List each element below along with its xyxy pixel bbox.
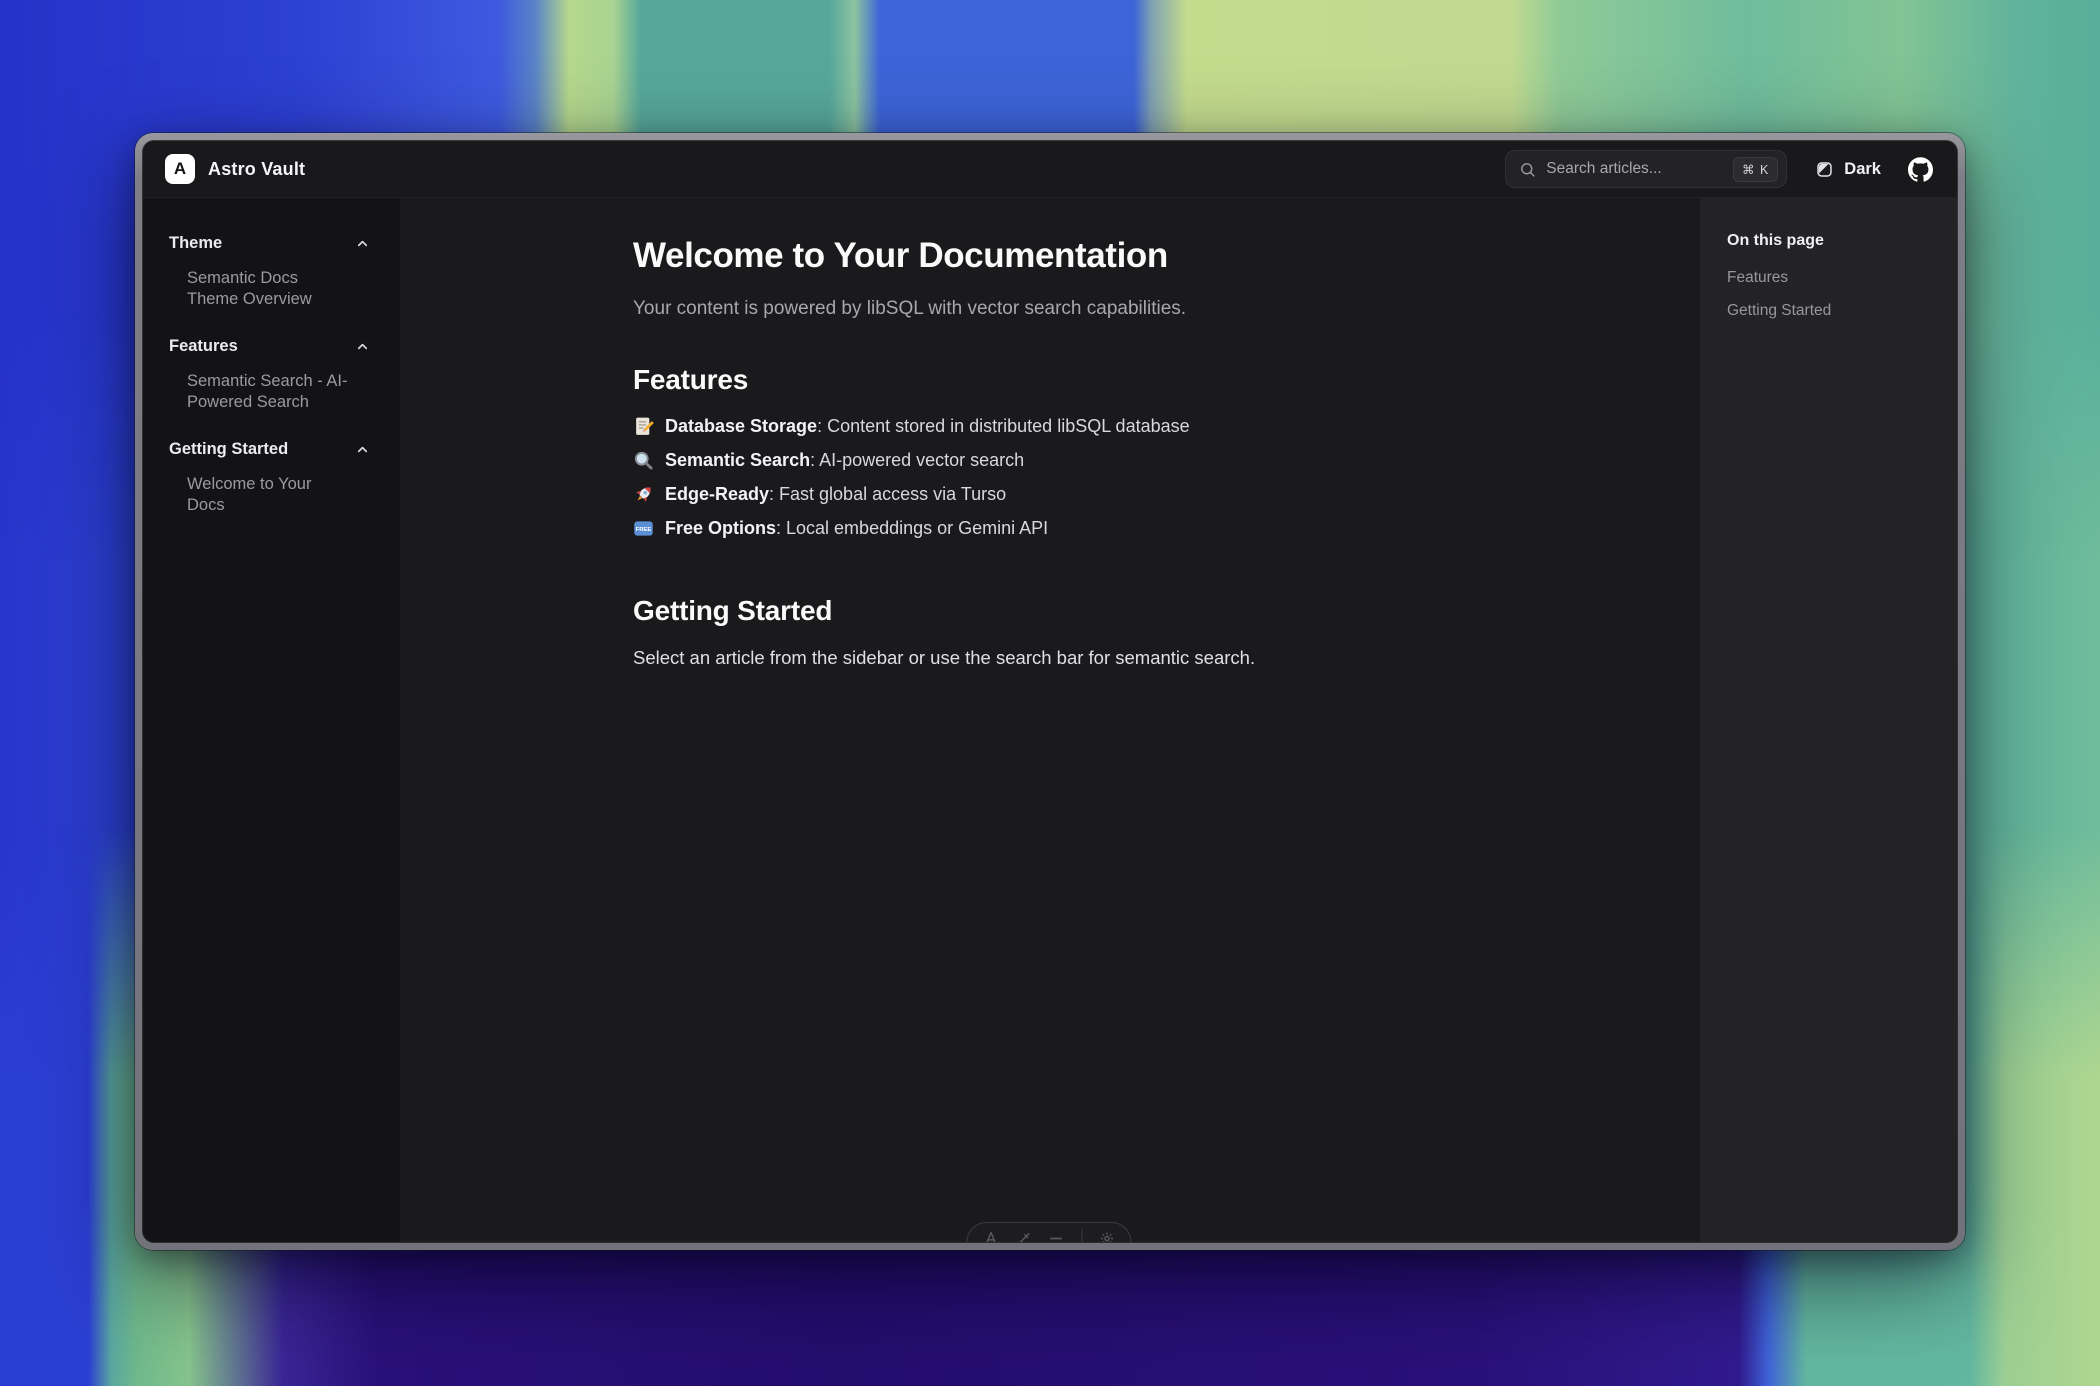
page-subtitle: Your content is powered by libSQL with v…: [633, 298, 1640, 320]
browser-window: A Astro Vault Search articles... ⌘ K Dar…: [135, 133, 1965, 1250]
feature-item-database-storage: Database Storage: Content stored in dist…: [633, 416, 1640, 437]
app-header: A Astro Vault Search articles... ⌘ K Dar…: [143, 141, 1957, 198]
svg-text:FREE: FREE: [636, 527, 652, 533]
sidebar-nav: Theme Semantic Docs Theme Overview Featu…: [143, 198, 400, 1242]
feature-label: Edge-Ready: [665, 484, 769, 504]
search-input[interactable]: Search articles... ⌘ K: [1505, 150, 1787, 188]
feature-text: : Fast global access via Turso: [769, 484, 1006, 504]
sidebar-section-getting-started[interactable]: Getting Started: [169, 440, 374, 459]
sidebar-section-label: Features: [169, 337, 238, 356]
astro-vault-logo: A: [165, 154, 195, 184]
audit-icon[interactable]: [1049, 1231, 1064, 1242]
search-icon: [1519, 161, 1536, 178]
sidebar-item-semantic-docs-theme-overview[interactable]: Semantic Docs Theme Overview: [187, 268, 352, 310]
astro-logo-icon[interactable]: [984, 1231, 999, 1242]
content-row: Theme Semantic Docs Theme Overview Featu…: [143, 198, 1957, 1242]
feature-label: Database Storage: [665, 416, 817, 436]
chevron-up-icon: [355, 236, 370, 251]
search-placeholder: Search articles...: [1546, 160, 1723, 178]
sidebar-section-theme[interactable]: Theme: [169, 234, 374, 253]
dev-toolbar-pill: [967, 1222, 1132, 1242]
dev-toolbar-divider: [1081, 1229, 1082, 1242]
on-this-page-panel: On this page Features Getting Started: [1700, 198, 1957, 1242]
page-title: Welcome to Your Documentation: [633, 236, 1640, 276]
feature-label: Free Options: [665, 518, 776, 538]
sidebar-section-label: Theme: [169, 234, 222, 253]
theme-swatch-icon: [1814, 159, 1835, 180]
feature-label: Semantic Search: [665, 450, 810, 470]
sidebar-item-welcome-to-your-docs[interactable]: Welcome to Your Docs: [187, 474, 352, 516]
header-actions: Search articles... ⌘ K Dark: [1505, 150, 1933, 188]
feature-text: : Content stored in distributed libSQL d…: [817, 416, 1190, 436]
getting-started-text: Select an article from the sidebar or us…: [633, 647, 1640, 669]
github-button[interactable]: [1908, 157, 1933, 182]
chevron-up-icon: [355, 442, 370, 457]
docs-app: A Astro Vault Search articles... ⌘ K Dar…: [143, 141, 1957, 1242]
free-emoji-icon: FREE: [633, 518, 654, 539]
sidebar-section-features[interactable]: Features: [169, 337, 374, 356]
github-icon: [1908, 157, 1933, 182]
features-list: Database Storage: Content stored in dist…: [633, 416, 1640, 539]
features-heading: Features: [633, 364, 1640, 396]
feature-item-edge-ready: Edge-Ready: Fast global access via Turso: [633, 484, 1640, 505]
feature-item-free-options: FREE Free Options: Local embeddings or G…: [633, 518, 1640, 539]
magnifier-emoji-icon: [633, 450, 654, 471]
astro-dev-toolbar: [967, 1222, 1134, 1242]
theme-toggle-label: Dark: [1844, 160, 1881, 179]
brand-name: Astro Vault: [208, 159, 305, 180]
main-content: Welcome to Your Documentation Your conte…: [400, 198, 1700, 1242]
feature-text: : AI-powered vector search: [810, 450, 1024, 470]
toc-link-getting-started[interactable]: Getting Started: [1727, 302, 1947, 320]
toc-title: On this page: [1727, 232, 1947, 250]
settings-gear-icon[interactable]: [1100, 1231, 1115, 1242]
rocket-emoji-icon: [633, 484, 654, 505]
memo-emoji-icon: [633, 416, 654, 437]
inspect-icon[interactable]: [1016, 1231, 1031, 1242]
chevron-up-icon: [355, 339, 370, 354]
search-shortcut-badge: ⌘ K: [1733, 157, 1778, 182]
feature-item-semantic-search: Semantic Search: AI-powered vector searc…: [633, 450, 1640, 471]
getting-started-heading: Getting Started: [633, 595, 1640, 627]
brand[interactable]: A Astro Vault: [165, 154, 305, 184]
toc-link-features[interactable]: Features: [1727, 269, 1947, 287]
theme-toggle-button[interactable]: Dark: [1814, 159, 1881, 180]
sidebar-section-label: Getting Started: [169, 440, 288, 459]
feature-text: : Local embeddings or Gemini API: [776, 518, 1048, 538]
sidebar-item-semantic-search[interactable]: Semantic Search - AI-Powered Search: [187, 371, 352, 413]
